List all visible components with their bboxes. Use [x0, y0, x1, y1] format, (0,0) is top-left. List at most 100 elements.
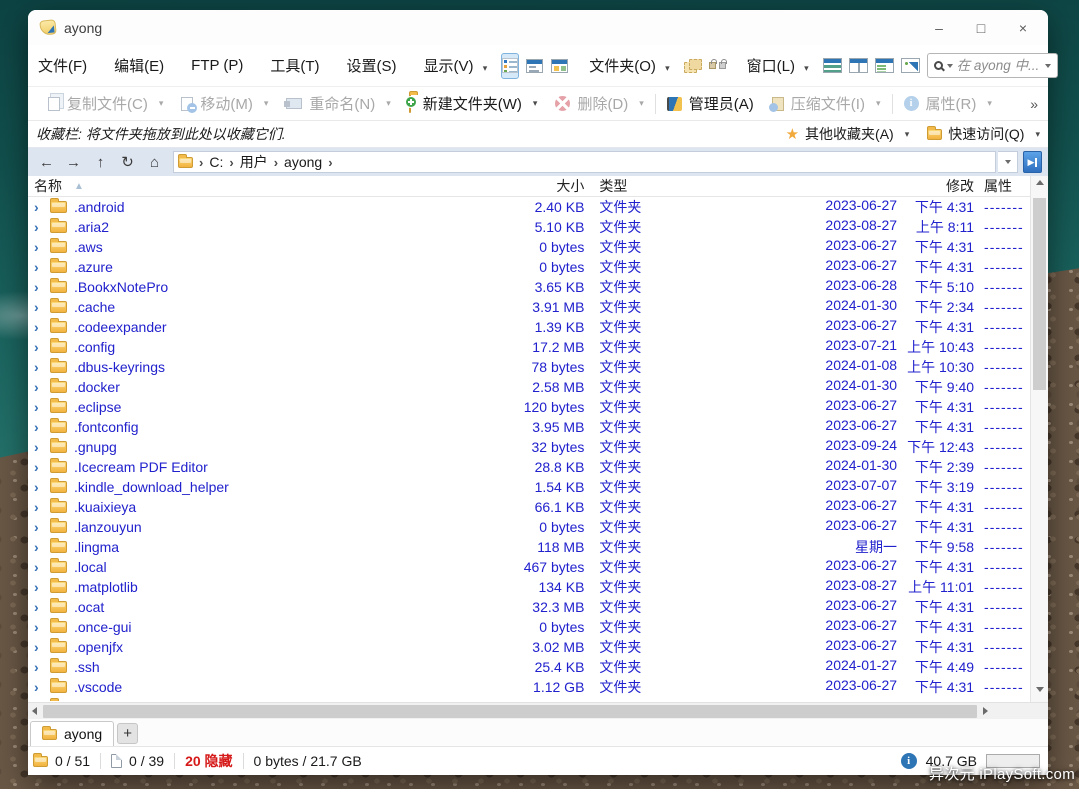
file-name[interactable]: .cache: [74, 299, 470, 315]
layout-vertical-button[interactable]: [849, 54, 868, 78]
file-name[interactable]: .fontconfig: [74, 419, 470, 435]
maximize-button[interactable]: □: [960, 13, 1002, 43]
file-row[interactable]: › .config 17.2 MB 文件夹 2023-07-21上午 10:43…: [28, 337, 1030, 357]
admin-button[interactable]: 管理员(A): [658, 87, 763, 120]
file-row[interactable]: › .lingma 118 MB 文件夹 星期一下午 9:58 -------: [28, 537, 1030, 557]
file-row[interactable]: › .ocat 32.3 MB 文件夹 2023-06-27下午 4:31 --…: [28, 597, 1030, 617]
file-row[interactable]: › .once-gui 0 bytes 文件夹 2023-06-27下午 4:3…: [28, 617, 1030, 637]
copy-files-button[interactable]: 复制文件(C) ▾: [36, 87, 172, 120]
new-tab-button[interactable]: +: [117, 723, 138, 744]
menu-folder[interactable]: 文件夹(O) ▾: [589, 55, 669, 76]
new-folder-button[interactable]: 新建文件夹(W) ▾: [400, 87, 547, 120]
folder-pair-button[interactable]: [684, 54, 702, 78]
expand-chevron-icon[interactable]: ›: [34, 279, 50, 295]
search-box[interactable]: [927, 53, 1058, 78]
vertical-scrollbar-thumb[interactable]: [1033, 198, 1046, 390]
chevron-down-icon[interactable]: ▾: [386, 98, 391, 109]
delete-button[interactable]: 删除(D) ▾: [546, 87, 652, 120]
expand-chevron-icon[interactable]: ›: [34, 559, 50, 575]
file-row[interactable]: ›: [28, 697, 1030, 701]
chevron-down-icon[interactable]: ▾: [1035, 129, 1040, 140]
menu-tools[interactable]: 工具(T): [270, 55, 319, 76]
file-row[interactable]: › .gnupg 32 bytes 文件夹 2023-09-24下午 12:43…: [28, 437, 1030, 457]
chevron-down-icon[interactable]: ▾: [905, 129, 910, 140]
file-name[interactable]: .matplotlib: [74, 579, 470, 595]
expand-chevron-icon[interactable]: ›: [34, 659, 50, 675]
view-details-button[interactable]: [501, 53, 519, 79]
quick-access-button[interactable]: 快速访问(Q) ▾: [927, 124, 1040, 144]
expand-chevron-icon[interactable]: ›: [34, 619, 50, 635]
file-name[interactable]: .kindle_download_helper: [74, 479, 470, 495]
forward-button[interactable]: →: [61, 150, 86, 174]
column-type[interactable]: 类型: [599, 176, 674, 196]
close-button[interactable]: ×: [1002, 13, 1044, 43]
file-row[interactable]: › .BookxNotePro 3.65 KB 文件夹 2023-06-28下午…: [28, 277, 1030, 297]
menu-edit[interactable]: 编辑(E): [114, 55, 164, 76]
file-name[interactable]: .ssh: [74, 659, 470, 675]
file-name[interactable]: .eclipse: [74, 399, 470, 415]
menu-view[interactable]: 显示(V) ▾: [424, 55, 488, 76]
expand-chevron-icon[interactable]: ›: [34, 299, 50, 315]
menu-window[interactable]: 窗口(L) ▾: [747, 55, 809, 76]
column-attributes[interactable]: 属性: [984, 176, 1030, 196]
file-name[interactable]: .azure: [74, 259, 470, 275]
file-row[interactable]: › .android 2.40 KB 文件夹 2023-06-27下午 4:31…: [28, 197, 1030, 217]
expand-chevron-icon[interactable]: ›: [34, 259, 50, 275]
file-name[interactable]: .BookxNotePro: [74, 279, 470, 295]
chevron-down-icon[interactable]: ▾: [987, 98, 992, 109]
column-modified[interactable]: 修改: [674, 176, 974, 196]
back-button[interactable]: ←: [34, 150, 59, 174]
file-row[interactable]: › .codeexpander 1.39 KB 文件夹 2023-06-27下午…: [28, 317, 1030, 337]
file-row[interactable]: › .Icecream PDF Editor 28.8 KB 文件夹 2024-…: [28, 457, 1030, 477]
file-row[interactable]: › .ssh 25.4 KB 文件夹 2024-01-27下午 4:49 ---…: [28, 657, 1030, 677]
view-tiles-button[interactable]: [550, 53, 569, 79]
file-row[interactable]: › .cache 3.91 MB 文件夹 2024-01-30下午 2:34 -…: [28, 297, 1030, 317]
column-name[interactable]: 名称 ▲: [34, 176, 470, 196]
breadcrumb-users[interactable]: 用户: [240, 152, 268, 172]
file-row[interactable]: › .local 467 bytes 文件夹 2023-06-27下午 4:31…: [28, 557, 1030, 577]
chevron-down-icon[interactable]: ▾: [639, 98, 644, 109]
menu-ftp[interactable]: FTP (P): [191, 57, 243, 74]
file-row[interactable]: › .matplotlib 134 KB 文件夹 2023-08-27上午 11…: [28, 577, 1030, 597]
file-row[interactable]: › .dbus-keyrings 78 bytes 文件夹 2024-01-08…: [28, 357, 1030, 377]
expand-chevron-icon[interactable]: ›: [34, 499, 50, 515]
file-name[interactable]: .ocat: [74, 599, 470, 615]
layout-preview-button[interactable]: [901, 54, 920, 78]
column-size[interactable]: 大小: [470, 176, 585, 196]
file-row[interactable]: › .docker 2.58 MB 文件夹 2024-01-30下午 9:40 …: [28, 377, 1030, 397]
properties-button[interactable]: i 属性(R) ▾: [895, 87, 1001, 120]
home-button[interactable]: ⌂: [142, 150, 167, 174]
expand-chevron-icon[interactable]: ›: [34, 379, 50, 395]
chevron-down-icon[interactable]: ▾: [533, 98, 538, 109]
file-name[interactable]: .dbus-keyrings: [74, 359, 470, 375]
file-row[interactable]: › .eclipse 120 bytes 文件夹 2023-06-27下午 4:…: [28, 397, 1030, 417]
file-row[interactable]: › .vscode 1.12 GB 文件夹 2023-06-27下午 4:31 …: [28, 677, 1030, 697]
file-row[interactable]: › .aria2 5.10 KB 文件夹 2023-08-27上午 8:11 -…: [28, 217, 1030, 237]
layout-horizontal-button[interactable]: [823, 54, 842, 78]
expand-chevron-icon[interactable]: ›: [34, 459, 50, 475]
scroll-left-button[interactable]: [32, 707, 37, 715]
expand-chevron-icon[interactable]: ›: [34, 599, 50, 615]
move-button[interactable]: 移动(M) ▾: [172, 87, 277, 120]
scroll-down-button[interactable]: [1031, 687, 1048, 692]
file-row[interactable]: › .lanzouyun 0 bytes 文件夹 2023-06-27下午 4:…: [28, 517, 1030, 537]
chevron-down-icon[interactable]: ▾: [159, 98, 164, 109]
expand-chevron-icon[interactable]: ›: [34, 699, 50, 701]
compress-button[interactable]: 压缩文件(I) ▾: [763, 87, 890, 120]
expand-chevron-icon[interactable]: ›: [34, 219, 50, 235]
file-row[interactable]: › .openjfx 3.02 MB 文件夹 2023-06-27下午 4:31…: [28, 637, 1030, 657]
expand-chevron-icon[interactable]: ›: [34, 679, 50, 695]
other-favorites-button[interactable]: 其他收藏夹(A): [805, 124, 894, 144]
file-name[interactable]: .local: [74, 559, 470, 575]
file-name[interactable]: .vscode: [74, 679, 470, 695]
breadcrumb-current[interactable]: ayong: [284, 154, 322, 170]
expand-chevron-icon[interactable]: ›: [34, 439, 50, 455]
file-row[interactable]: › .kindle_download_helper 1.54 KB 文件夹 20…: [28, 477, 1030, 497]
minimize-button[interactable]: –: [918, 13, 960, 43]
scroll-right-button[interactable]: [983, 707, 988, 715]
file-name[interactable]: .codeexpander: [74, 319, 470, 335]
toolbar-overflow-button[interactable]: »: [1030, 96, 1040, 112]
tab-ayong[interactable]: ayong: [30, 721, 114, 746]
expand-chevron-icon[interactable]: ›: [34, 419, 50, 435]
expand-chevron-icon[interactable]: ›: [34, 399, 50, 415]
